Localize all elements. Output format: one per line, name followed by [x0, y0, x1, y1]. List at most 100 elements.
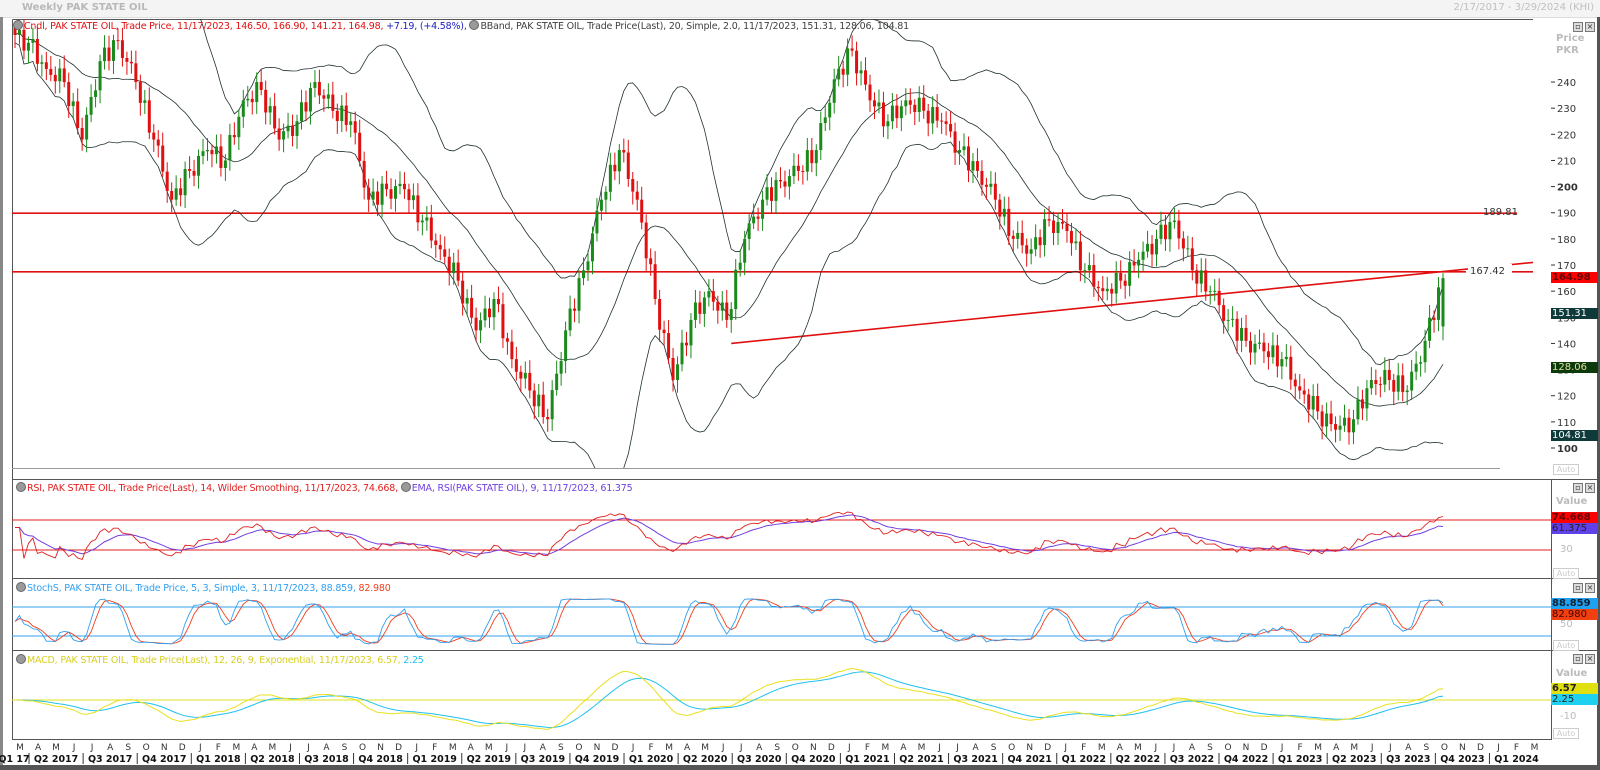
candle-body [1168, 222, 1172, 240]
candle-body [1087, 265, 1091, 271]
clock-icon[interactable] [400, 482, 411, 492]
month-label: M [1314, 743, 1322, 753]
candle-body [568, 308, 572, 331]
candle-body [881, 102, 885, 127]
price-axis-unit: PKR [1556, 45, 1579, 56]
candle-body [792, 165, 796, 177]
stoch-restore-button[interactable]: ▫ [1573, 583, 1583, 593]
stoch-close-button[interactable]: × [1585, 583, 1595, 593]
candle-body [783, 181, 787, 187]
stoch-k-legend: StochS, PAK STATE OIL, Trade Price, 5, 3… [27, 583, 356, 594]
macd-close-button[interactable]: × [1585, 654, 1595, 664]
month-label: J [90, 743, 94, 753]
candle-body [810, 150, 814, 164]
month-label: F [1081, 743, 1086, 753]
clock-icon[interactable] [16, 654, 26, 664]
candle-body [1213, 290, 1217, 292]
candle-body [729, 309, 733, 320]
quarter-label: Q3 2023 [1386, 754, 1430, 765]
month-label: D [828, 743, 835, 753]
candle-body [770, 187, 774, 201]
month-label: F [1514, 743, 1519, 753]
candle-body [913, 104, 917, 113]
month-label: M [16, 743, 24, 753]
candle-body [1280, 359, 1284, 367]
clock-icon[interactable] [16, 582, 26, 592]
candle-body [1231, 318, 1235, 320]
candle-body [1181, 238, 1185, 249]
month-label: N [1459, 743, 1466, 753]
candle-body [877, 102, 881, 107]
candle-body [756, 216, 760, 219]
candle-body [613, 164, 617, 172]
macd-restore-button[interactable]: ▫ [1573, 654, 1583, 664]
clock-icon[interactable] [469, 20, 480, 30]
candle-body [1441, 278, 1445, 327]
candle-body [761, 199, 765, 219]
candle-body [846, 48, 850, 75]
time-axis: MAMJJASONDJFMAMJJASONDJFMAMJJASONDJFMAMJ… [0, 743, 1539, 765]
candle-body [353, 121, 357, 133]
candle-body [1016, 232, 1020, 239]
candle-body [926, 110, 930, 124]
candle-body [872, 100, 876, 107]
candle-body [608, 164, 612, 192]
candle-body [116, 40, 120, 42]
candle-body [76, 101, 80, 129]
candle-body [1338, 425, 1342, 430]
candle-body [1163, 224, 1167, 240]
month-label: J [72, 743, 76, 753]
candle-body [1378, 384, 1382, 386]
candle-body [935, 107, 939, 121]
price-tick-label: 190 [1557, 209, 1576, 220]
rsi-auto-button[interactable]: Auto [1553, 568, 1579, 579]
candle-body [577, 278, 581, 311]
rsi-restore-button[interactable]: ▫ [1573, 483, 1583, 493]
candle-body [326, 94, 330, 99]
candle-body [402, 183, 406, 190]
rsi-legend-text: RSI, PAK STATE OIL, Trade Price(Last), 1… [27, 483, 398, 494]
clock-icon[interactable] [16, 482, 26, 492]
price-restore-button[interactable]: ▫ [1573, 22, 1583, 32]
candle-body [1249, 340, 1253, 353]
month-label: J [631, 743, 635, 753]
candle-body [1320, 411, 1324, 427]
candle-body [138, 82, 142, 103]
candle-body [183, 169, 187, 196]
quarter-label: Q4 2021 [1007, 754, 1051, 765]
quarter-label: Q3 2019 [521, 754, 565, 765]
candle-body [94, 90, 98, 98]
candle-body [452, 262, 456, 274]
price-close-button[interactable]: × [1585, 22, 1595, 32]
candle-body [358, 132, 362, 161]
candle-body [492, 299, 496, 318]
price-tick-label: 170 [1557, 261, 1576, 272]
quarter-label: Q4 2019 [575, 754, 619, 765]
candle-body [908, 100, 912, 105]
quarter-label: Q4 2022 [1224, 754, 1268, 765]
month-label: J [955, 743, 959, 753]
quarter-label: Q2 2022 [1116, 754, 1160, 765]
month-label: N [377, 743, 384, 753]
candle-body [689, 319, 693, 346]
candle-body [510, 341, 514, 360]
candle-body [416, 195, 420, 223]
candle-body [331, 94, 335, 111]
candle-body [67, 82, 71, 107]
rsi-close-button[interactable]: × [1585, 483, 1595, 493]
month-label: M [1134, 743, 1142, 753]
stoch-auto-button[interactable]: Auto [1553, 640, 1579, 651]
candle-body [1316, 396, 1320, 412]
month-label: A [323, 743, 330, 753]
candle-body [595, 210, 599, 234]
price-auto-button[interactable]: Auto [1553, 464, 1579, 475]
candle-body [85, 114, 89, 140]
month-label: D [1477, 743, 1484, 753]
macd-auto-button[interactable]: Auto [1553, 728, 1579, 739]
candle-body [537, 394, 541, 407]
clock-icon[interactable] [13, 20, 23, 30]
candle-body [317, 82, 321, 96]
month-label: A [251, 743, 258, 753]
candle-body [1356, 399, 1360, 420]
quarter-label: Q1 2023 [1278, 754, 1322, 765]
